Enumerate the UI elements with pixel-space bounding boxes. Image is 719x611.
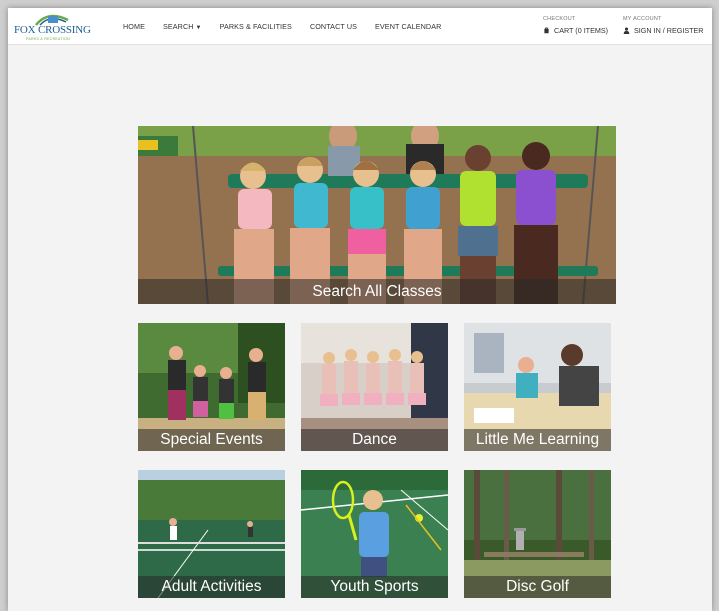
- site-header: FOX CROSSING PARKS & RECREATION HOME SEA…: [8, 8, 712, 45]
- nav-search[interactable]: SEARCH ▼: [163, 22, 202, 31]
- cart-link[interactable]: CART (0 ITEMS): [543, 26, 608, 35]
- disc-golf-label: Disc Golf: [464, 576, 611, 598]
- nav-parks-facilities[interactable]: PARKS & FACILITIES: [220, 22, 292, 31]
- cart-link-label: CART (0 ITEMS): [554, 26, 609, 35]
- adult-activities-label: Adult Activities: [138, 576, 285, 598]
- disc-golf-tile[interactable]: Disc Golf: [464, 470, 611, 598]
- logo-name: FOX CROSSING: [14, 24, 91, 36]
- sign-in-link[interactable]: SIGN IN / REGISTER: [623, 26, 704, 35]
- cart-icon: [544, 27, 549, 34]
- adult-activities-tile[interactable]: Adult Activities: [138, 470, 285, 598]
- kids-on-swing-photo: [138, 126, 616, 304]
- page-frame: FOX CROSSING PARKS & RECREATION HOME SEA…: [8, 8, 712, 611]
- little-me-learning-label: Little Me Learning: [464, 429, 611, 451]
- special-events-tile[interactable]: Special Events: [138, 323, 285, 451]
- checkout-block: CHECKOUT CART (0 ITEMS): [543, 16, 608, 35]
- checkout-label: CHECKOUT: [543, 16, 576, 22]
- youth-sports-label: Youth Sports: [301, 576, 448, 598]
- logo-subtitle: PARKS & RECREATION: [26, 37, 70, 41]
- youth-sports-tile[interactable]: Youth Sports: [301, 470, 448, 598]
- search-all-classes-label: Search All Classes: [138, 279, 616, 304]
- nav-home[interactable]: HOME: [123, 22, 145, 31]
- user-icon: [623, 27, 630, 34]
- nav-contact-us[interactable]: CONTACT US: [310, 22, 357, 31]
- special-events-label: Special Events: [138, 429, 285, 451]
- account-block: MY ACCOUNT SIGN IN / REGISTER: [623, 16, 704, 35]
- main-nav: HOME SEARCH ▼ PARKS & FACILITIES CONTACT …: [123, 22, 459, 31]
- little-me-learning-tile[interactable]: Little Me Learning: [464, 323, 611, 451]
- site-logo[interactable]: FOX CROSSING PARKS & RECREATION: [14, 12, 91, 42]
- sign-in-label: SIGN IN / REGISTER: [634, 26, 704, 35]
- nav-search-label: SEARCH: [162, 22, 194, 31]
- account-label: MY ACCOUNT: [623, 16, 662, 22]
- caret-down-icon: ▼: [195, 25, 202, 31]
- dance-tile[interactable]: Dance: [301, 323, 448, 451]
- search-all-classes-tile[interactable]: Search All Classes: [138, 126, 616, 304]
- nav-event-calendar[interactable]: EVENT CALENDAR: [375, 22, 441, 31]
- dance-label: Dance: [301, 429, 448, 451]
